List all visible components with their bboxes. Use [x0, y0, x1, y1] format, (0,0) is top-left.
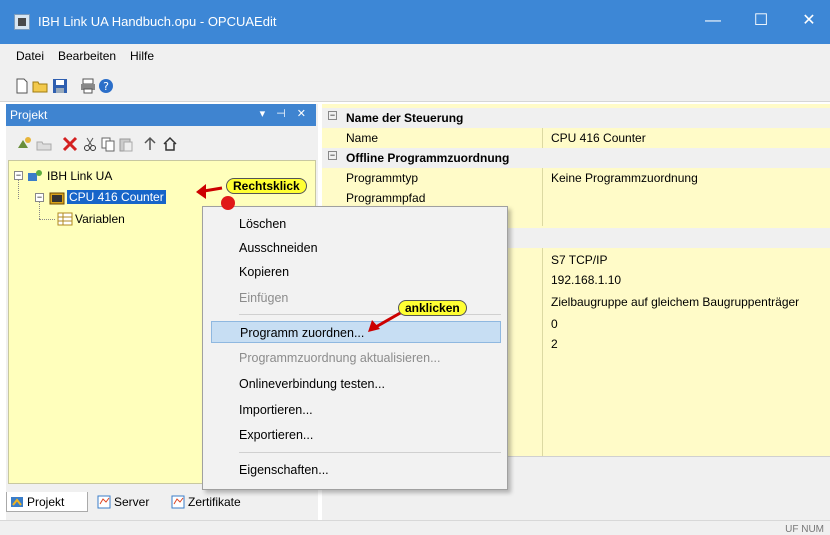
- status-indicators: UF NUM: [785, 524, 824, 535]
- tab-projekt-label: Projekt: [27, 495, 65, 509]
- property-row[interactable]: Programmtyp Keine Programmzuordnung: [322, 168, 830, 188]
- print-icon[interactable]: [80, 78, 96, 94]
- minimize-button[interactable]: —: [690, 10, 736, 34]
- tree-node-cpu-label[interactable]: CPU 416 Counter: [67, 190, 166, 204]
- group-name: Name der Steuerung: [346, 111, 464, 125]
- property-value[interactable]: Zielbaugruppe auf gleichem Baugruppenträ…: [551, 295, 799, 309]
- callout-rechtsklick: Rechtsklick: [226, 178, 307, 194]
- menu-item-onlineverbindung-testen[interactable]: Onlineverbindung testen...: [211, 373, 501, 395]
- menu-item-exportieren[interactable]: Exportieren...: [211, 424, 501, 446]
- move-up-icon[interactable]: [142, 136, 158, 152]
- open-icon[interactable]: [32, 78, 48, 94]
- pane-controls[interactable]: ▾ ⊣ ✕: [260, 107, 310, 120]
- property-name: Name: [346, 131, 379, 145]
- status-bar: UF NUM: [0, 520, 830, 535]
- help-icon[interactable]: ?: [98, 78, 114, 94]
- home-icon[interactable]: [162, 136, 178, 152]
- tab-server[interactable]: Server: [94, 492, 164, 512]
- paste-icon[interactable]: [118, 136, 134, 152]
- tab-zertifikate-label: Zertifikate: [188, 495, 241, 509]
- property-row[interactable]: Name CPU 416 Counter: [322, 128, 830, 148]
- save-icon[interactable]: [52, 78, 68, 94]
- close-button[interactable]: ✕: [786, 10, 830, 34]
- tree-node-ibh-link[interactable]: IBH Link UA: [47, 169, 112, 183]
- group-name: Offline Programmzuordnung: [346, 151, 510, 165]
- project-pane-header: Projekt ▾ ⊣ ✕: [6, 104, 316, 126]
- menu-item-programm-zuordnen[interactable]: Programm zuordnen...: [211, 321, 501, 343]
- property-value[interactable]: S7 TCP/IP: [551, 253, 607, 267]
- tab-zertifikate[interactable]: Zertifikate: [168, 492, 262, 512]
- project-tab-icon: [11, 497, 23, 507]
- menu-bar: Datei Bearbeiten Hilfe: [0, 44, 830, 68]
- context-menu: Löschen Ausschneiden Kopieren Einfügen P…: [202, 206, 508, 490]
- menu-item-ausschneiden[interactable]: Ausschneiden: [211, 237, 501, 259]
- delete-icon[interactable]: [62, 136, 78, 152]
- property-value[interactable]: Keine Programmzuordnung: [551, 171, 698, 185]
- menu-item-programmzuordnung-aktualisieren: Programmzuordnung aktualisieren...: [239, 351, 441, 365]
- add-folder-icon[interactable]: [36, 136, 52, 152]
- maximize-button[interactable]: ☐: [738, 10, 784, 34]
- collapse-toggle[interactable]: −: [35, 193, 44, 202]
- menu-datei[interactable]: Datei: [16, 49, 44, 63]
- property-name: Programmpfad: [346, 191, 426, 205]
- tree-node-variablen[interactable]: Variablen: [75, 212, 125, 226]
- tree-line: [39, 219, 55, 220]
- copy-icon[interactable]: [100, 136, 116, 152]
- title-bar: IBH Link UA Handbuch.opu - OPCUAEdit — ☐…: [0, 0, 830, 44]
- plc-icon: [49, 192, 65, 205]
- property-row[interactable]: Programmpfad: [322, 188, 830, 208]
- group-row[interactable]: − Offline Programmzuordnung: [322, 148, 830, 168]
- group-toggle[interactable]: −: [328, 111, 337, 120]
- menu-item-eigenschaften[interactable]: Eigenschaften...: [211, 459, 501, 481]
- server-tab-icon: [97, 495, 111, 509]
- pane-tabs: Projekt Server Zertifikate: [6, 490, 316, 516]
- property-value[interactable]: CPU 416 Counter: [551, 131, 646, 145]
- cut-icon[interactable]: [82, 136, 98, 152]
- menu-item-importieren[interactable]: Importieren...: [211, 399, 501, 421]
- menu-item-loeschen[interactable]: Löschen: [211, 213, 501, 235]
- menu-bearbeiten[interactable]: Bearbeiten: [58, 49, 116, 63]
- window-title: IBH Link UA Handbuch.opu - OPCUAEdit: [38, 14, 277, 29]
- tab-projekt[interactable]: Projekt: [6, 492, 88, 512]
- property-value[interactable]: 0: [551, 317, 558, 331]
- toolbar: ?: [0, 68, 830, 102]
- new-icon[interactable]: [14, 78, 30, 94]
- menu-separator: [239, 452, 501, 453]
- tree-toolbar: [6, 128, 316, 158]
- tree-node-cpu[interactable]: CPU 416 Counter: [67, 190, 166, 204]
- network-device-icon: [28, 170, 42, 181]
- menu-item-kopieren[interactable]: Kopieren: [211, 261, 501, 283]
- add-device-icon[interactable]: [16, 136, 32, 152]
- pane-title: Projekt: [10, 108, 48, 122]
- certificate-tab-icon: [171, 495, 185, 509]
- svg-text:?: ?: [103, 80, 109, 93]
- table-icon: [57, 212, 73, 226]
- property-value[interactable]: 2: [551, 337, 558, 351]
- app-icon: [14, 14, 30, 30]
- property-value[interactable]: 192.168.1.10: [551, 273, 621, 287]
- callout-anklicken: anklicken: [398, 300, 467, 316]
- group-toggle[interactable]: −: [328, 151, 337, 160]
- collapse-toggle[interactable]: −: [14, 171, 23, 180]
- property-name: Programmtyp: [346, 171, 419, 185]
- menu-hilfe[interactable]: Hilfe: [130, 49, 154, 63]
- tab-server-label: Server: [114, 495, 150, 509]
- group-row[interactable]: − Name der Steuerung: [322, 108, 830, 128]
